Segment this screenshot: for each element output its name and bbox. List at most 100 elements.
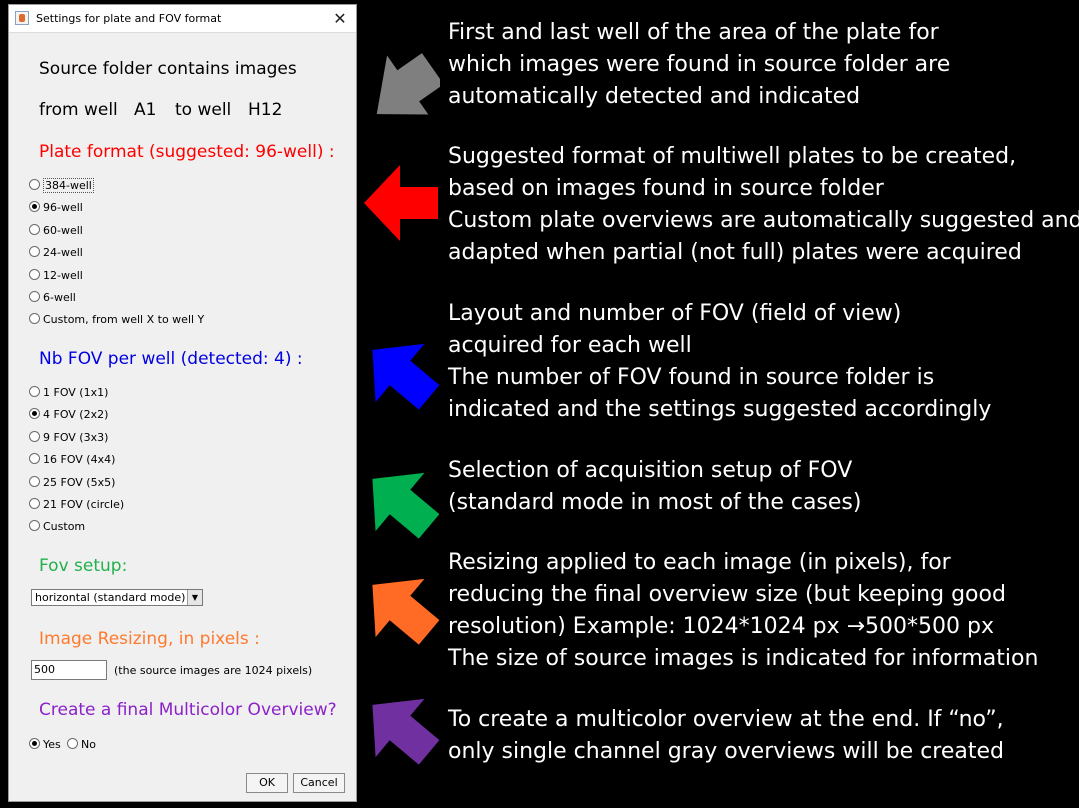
radio-option-label: Custom, from well X to well Y	[43, 313, 205, 327]
radio-option-label: 384-well	[43, 178, 94, 193]
radio-option[interactable]: Custom	[29, 520, 85, 536]
radio-selected-icon[interactable]	[29, 408, 40, 420]
annotation-line: Resizing applied to each image (in pixel…	[448, 550, 951, 575]
radio-unselected-icon[interactable]	[29, 246, 40, 258]
annotation-line: Selection of acquisition setup of FOV	[448, 458, 853, 483]
ok-button[interactable]: OK	[246, 773, 288, 793]
annotation-line: Suggested format of multiwell plates to …	[448, 144, 1017, 169]
radio-option[interactable]: 1 FOV (1x1)	[29, 386, 108, 402]
radio-unselected-icon[interactable]	[29, 313, 40, 325]
radio-unselected-icon[interactable]	[29, 291, 40, 302]
annotation-line: Custom plate overviews are automatically…	[448, 208, 1079, 233]
plate-format-header: Plate format (suggested: 96-well) :	[39, 142, 335, 162]
fov-setup-select-value: horizontal (standard mode)	[35, 591, 186, 604]
annotation-line: resolution) Example: 1024*1024 px →500*5…	[448, 614, 994, 639]
from-well-value: A1	[134, 100, 157, 120]
fov-setup-select[interactable]: horizontal (standard mode) ▼	[31, 589, 203, 606]
to-well-label: to well	[175, 100, 232, 120]
multicolor-yes-option[interactable]: Yes	[29, 738, 61, 754]
annotation-resizing: Resizing applied to each image (in pixel…	[448, 547, 1038, 675]
annotation-line: only single channel gray overviews will …	[448, 739, 1004, 764]
annotation-line: based on images found in source folder	[448, 176, 884, 201]
radio-unselected-icon[interactable]	[29, 453, 40, 465]
chevron-down-icon[interactable]: ▼	[187, 590, 202, 605]
radio-unselected-icon[interactable]	[29, 268, 40, 280]
close-button[interactable]: ✕	[330, 9, 350, 29]
annotation-line: Layout and number of FOV (field of view)	[448, 301, 902, 326]
annotation-line: The number of FOV found in source folder…	[448, 365, 935, 390]
radio-option-label: 21 FOV (circle)	[43, 498, 125, 511]
multicolor-overview-header: Create a final Multicolor Overview?	[39, 700, 337, 720]
radio-option[interactable]: 96-well	[29, 201, 83, 217]
radio-option-label: 60-well	[43, 223, 83, 237]
radio-selected-icon[interactable]	[29, 201, 40, 213]
annotation-multicolor: To create a multicolor overview at the e…	[448, 704, 1004, 768]
radio-option[interactable]: 16 FOV (4x4)	[29, 453, 115, 469]
arrow-purple-icon	[372, 698, 440, 765]
annotation-plate-format: Suggested format of multiwell plates to …	[448, 141, 1079, 269]
annotation-line: acquired for each well	[448, 333, 692, 358]
radio-selected-icon[interactable]	[29, 738, 40, 749]
dialog-title: Settings for plate and FOV format	[36, 12, 222, 25]
annotation-well-range: First and last well of the area of the p…	[448, 17, 950, 113]
radio-unselected-icon[interactable]	[67, 738, 78, 749]
arrow-gray-icon	[376, 53, 440, 115]
radio-option-label: 1 FOV (1x1)	[43, 386, 109, 399]
from-well-label: from well	[39, 100, 118, 120]
resize-input[interactable]: 500	[31, 660, 107, 680]
annotation-fov-layout: Layout and number of FOV (field of view)…	[448, 298, 991, 426]
arrow-green-icon	[372, 472, 440, 539]
radio-unselected-icon[interactable]	[29, 430, 40, 442]
radio-unselected-icon[interactable]	[29, 386, 40, 397]
settings-dialog: Settings for plate and FOV format ✕ Sour…	[8, 4, 357, 802]
radio-unselected-icon[interactable]	[29, 498, 40, 509]
annotation-line: automatically detected and indicated	[448, 84, 861, 109]
radio-option[interactable]: Custom, from well X to well Y	[29, 313, 204, 329]
radio-option[interactable]: 6-well	[29, 291, 76, 307]
arrow-red-icon	[364, 165, 438, 241]
image-resizing-header: Image Resizing, in pixels :	[39, 629, 260, 649]
title-bar: Settings for plate and FOV format ✕	[9, 5, 356, 33]
java-app-icon	[15, 11, 29, 25]
annotation-line: adapted when partial (not full) plates w…	[448, 240, 1022, 265]
radio-option-label: Custom	[43, 520, 86, 534]
arrow-orange-icon	[372, 578, 440, 645]
multicolor-no-option[interactable]: No	[67, 738, 96, 754]
source-folder-label: Source folder contains images	[39, 59, 297, 79]
radio-unselected-icon[interactable]	[29, 475, 40, 487]
annotation-line: which images were found in source folder…	[448, 52, 951, 77]
radio-option[interactable]: 60-well	[29, 223, 83, 240]
radio-unselected-icon[interactable]	[29, 179, 40, 190]
radio-option[interactable]: 384-well	[29, 178, 94, 195]
radio-option[interactable]: 24-well	[29, 246, 83, 262]
annotation-line: To create a multicolor overview at the e…	[448, 707, 1004, 732]
no-label: No	[81, 738, 96, 751]
radio-option[interactable]: 9 FOV (3x3)	[29, 430, 109, 447]
cancel-button[interactable]: Cancel	[293, 773, 345, 793]
radio-option-label: 25 FOV (5x5)	[43, 475, 116, 489]
radio-option-label: 16 FOV (4x4)	[43, 453, 116, 467]
to-well-value: H12	[248, 100, 283, 120]
radio-option-label: 24-well	[43, 246, 83, 260]
resize-note: (the source images are 1024 pixels)	[114, 664, 313, 677]
annotation-line: First and last well of the area of the p…	[448, 20, 939, 45]
yes-label: Yes	[43, 738, 61, 751]
radio-option[interactable]: 4 FOV (2x2)	[29, 408, 108, 424]
annotation-line: (standard mode in most of the cases)	[448, 490, 862, 515]
annotation-fov-setup: Selection of acquisition setup of FOV (s…	[448, 455, 861, 519]
annotation-line: The size of source images is indicated f…	[448, 646, 1039, 671]
radio-option-label: 12-well	[43, 268, 83, 282]
radio-unselected-icon[interactable]	[29, 223, 40, 235]
annotation-line: reducing the final overview size (but ke…	[448, 582, 1006, 607]
radio-unselected-icon[interactable]	[29, 520, 40, 532]
fov-per-well-header: Nb FOV per well (detected: 4) :	[39, 349, 303, 369]
radio-option-label: 9 FOV (3x3)	[43, 430, 109, 444]
radio-option[interactable]: 12-well	[29, 268, 83, 285]
radio-option[interactable]: 25 FOV (5x5)	[29, 475, 116, 492]
radio-option[interactable]: 21 FOV (circle)	[29, 498, 124, 514]
radio-option-label: 6-well	[43, 291, 76, 304]
radio-option-label: 96-well	[43, 201, 83, 215]
fov-setup-header: Fov setup:	[39, 556, 128, 576]
radio-option-label: 4 FOV (2x2)	[43, 408, 109, 422]
annotation-line: indicated and the settings suggested acc…	[448, 397, 992, 422]
